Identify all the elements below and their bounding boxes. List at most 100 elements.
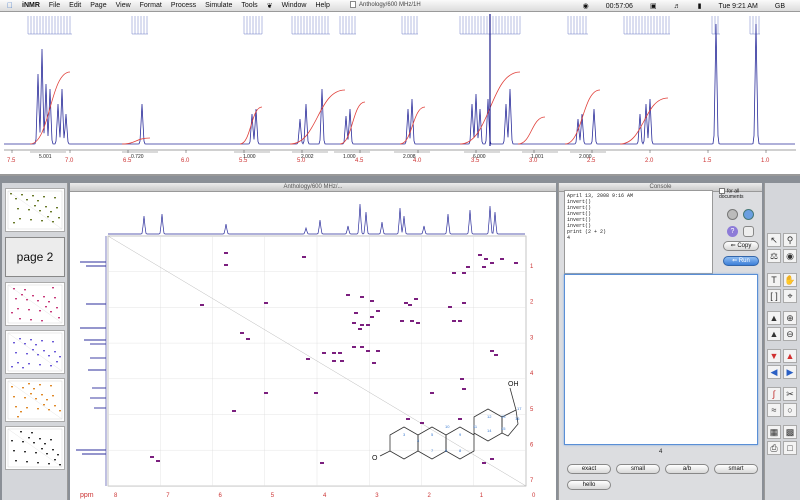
clear-icon[interactable]	[743, 226, 754, 237]
shim-tool-icon[interactable]: ○	[783, 403, 797, 417]
console-result: 4	[659, 449, 663, 455]
menu-page[interactable]: Page	[90, 2, 106, 9]
copy-button[interactable]: ⇐ Copy	[723, 241, 759, 251]
hello-button[interactable]: hello	[567, 480, 611, 490]
layers-tool-icon[interactable]: □	[783, 441, 797, 455]
volume-icon[interactable]: ♬	[674, 3, 681, 10]
svg-text:2.0: 2.0	[645, 158, 654, 164]
svg-text:1.000: 1.000	[343, 154, 356, 160]
console-input[interactable]	[564, 274, 758, 445]
svg-text:8: 8	[114, 493, 118, 499]
menubar-datetime[interactable]: Tue 9:21 AM	[718, 3, 757, 10]
svg-text:2.002: 2.002	[301, 154, 314, 160]
page-thumbnail-5[interactable]	[5, 378, 65, 422]
svg-text:14: 14	[487, 428, 492, 433]
svg-text:7.0: 7.0	[65, 158, 74, 164]
menu-simulate[interactable]: Simulate	[205, 2, 232, 9]
battery-icon[interactable]: ▮	[698, 2, 702, 10]
svg-text:4: 4	[323, 493, 327, 499]
language-indicator[interactable]: GB	[775, 3, 785, 10]
ppm-axis-label: ppm	[80, 492, 94, 499]
menu-file[interactable]: File	[49, 2, 60, 9]
grid-tool-icon[interactable]: ▩	[783, 425, 797, 439]
wifi-icon[interactable]: ◉	[583, 2, 589, 10]
phase-tool-icon[interactable]: ≈	[767, 403, 781, 417]
binoculars-icon[interactable]: ◉	[783, 249, 797, 263]
fit-tool-icon[interactable]: ▦	[767, 425, 781, 439]
peak-label-lines	[27, 16, 760, 35]
help-icon[interactable]: ?	[727, 226, 738, 237]
svg-text:7.5: 7.5	[7, 158, 16, 164]
svg-text:5: 5	[530, 407, 534, 413]
all-documents-checkbox[interactable]: for all documents	[719, 188, 763, 200]
text-tool-icon[interactable]: T	[767, 273, 781, 287]
menu-view[interactable]: View	[116, 2, 131, 9]
arrow-up-icon[interactable]: ▲	[783, 349, 797, 363]
menu-bar:  iNMR File Edit Page View Format Proces…	[0, 0, 800, 12]
menu-edit[interactable]: Edit	[69, 2, 81, 9]
arrow-left-icon[interactable]: ◀	[767, 365, 781, 379]
mountain-tool-icon[interactable]: ▲	[767, 311, 781, 325]
svg-text:4: 4	[530, 371, 534, 377]
svg-text:15: 15	[501, 426, 506, 431]
menu-window[interactable]: Window	[282, 2, 307, 9]
integral-tool-icon[interactable]: ∫	[767, 387, 781, 401]
peak-tool-icon[interactable]: ▲	[767, 327, 781, 341]
run-button[interactable]: ⇐ Run	[723, 256, 759, 266]
zoom-tool-icon[interactable]: ⚲	[783, 233, 797, 247]
console-panel: Console April 13, 2008 9:16 AM invert() …	[558, 183, 762, 500]
svg-text:12: 12	[487, 414, 492, 419]
svg-text:1.001: 1.001	[531, 154, 544, 160]
menu-tools[interactable]: Tools	[241, 2, 257, 9]
ab-button[interactable]: a/b	[665, 464, 709, 474]
svg-text:1: 1	[530, 264, 534, 270]
svg-text:6.0: 6.0	[181, 158, 190, 164]
svg-text:5.001: 5.001	[39, 154, 52, 160]
crosshair-tool-icon[interactable]: ⌖	[783, 289, 797, 303]
menu-help[interactable]: Help	[315, 2, 329, 9]
print-tool-icon[interactable]: ⎙	[767, 441, 781, 455]
exact-button[interactable]: exact	[567, 464, 611, 474]
zoom-out-icon[interactable]: ⊖	[783, 327, 797, 341]
bracket-tool-icon[interactable]: [ ]	[767, 289, 781, 303]
script-menu-icon[interactable]: ❦	[267, 2, 273, 10]
page-thumbnail-2[interactable]: page 2	[5, 237, 65, 277]
hand-tool-icon[interactable]: ✋	[783, 273, 797, 287]
svg-text:1.0: 1.0	[761, 158, 770, 164]
arrow-down-icon[interactable]: ▼	[767, 349, 781, 363]
arrow-tool-icon[interactable]: ↖	[767, 233, 781, 247]
page-thumbnail-3[interactable]	[5, 282, 65, 326]
smart-button[interactable]: smart	[714, 464, 758, 474]
zoom-in-icon[interactable]: ⊕	[783, 311, 797, 325]
apple-menu-icon[interactable]: 	[7, 1, 13, 10]
menu-app[interactable]: iNMR	[22, 2, 40, 9]
menu-format[interactable]: Format	[140, 2, 162, 9]
spectrum-window[interactable]: 7.5 7.0 6.5 6.0 5.5 5.0 4.5 4.0 3.5 3.0 2.5 2.0 1.5 1…	[0, 12, 800, 176]
svg-text:10: 10	[445, 424, 450, 429]
cosy-2d-plot[interactable]: 876543210 1234567 ppm OH O 3451091112 13 1…	[70, 192, 556, 500]
svg-text:5: 5	[271, 493, 275, 499]
screen-icon[interactable]: ▣	[650, 2, 657, 10]
globe-icon[interactable]	[743, 209, 754, 220]
spectrum-1d[interactable]: 7.5 7.0 6.5 6.0 5.5 5.0 4.5 4.0 3.5 3.0 2.5 2.0 1.5 1…	[0, 12, 800, 176]
svg-text:7: 7	[166, 493, 170, 499]
cut-tool-icon[interactable]: ✂	[783, 387, 797, 401]
page-thumbnail-6[interactable]	[5, 426, 65, 470]
page-thumbnails: page 2	[2, 183, 68, 500]
svg-text:6: 6	[530, 443, 534, 449]
menu-process[interactable]: Process	[171, 2, 196, 9]
ppm-x-ticks: 8 7 6 5 4 3 2 1 0	[114, 493, 536, 499]
find-tool-icon[interactable]: ⚖	[767, 249, 781, 263]
integral-curves	[29, 71, 669, 145]
svg-text:2.000: 2.000	[579, 154, 592, 160]
cosy-window[interactable]: Anthology/600 MHz/... 876543210 1234567 …	[70, 183, 556, 500]
svg-text:6: 6	[219, 493, 223, 499]
page-thumbnail-4[interactable]	[5, 330, 65, 374]
svg-text:0: 0	[532, 493, 536, 499]
svg-text:1.5: 1.5	[703, 158, 712, 164]
arrow-right-icon[interactable]: ▶	[783, 365, 797, 379]
small-button[interactable]: small	[616, 464, 660, 474]
svg-text:3: 3	[375, 493, 379, 499]
record-icon[interactable]	[727, 209, 738, 220]
page-thumbnail-1[interactable]	[5, 188, 65, 232]
